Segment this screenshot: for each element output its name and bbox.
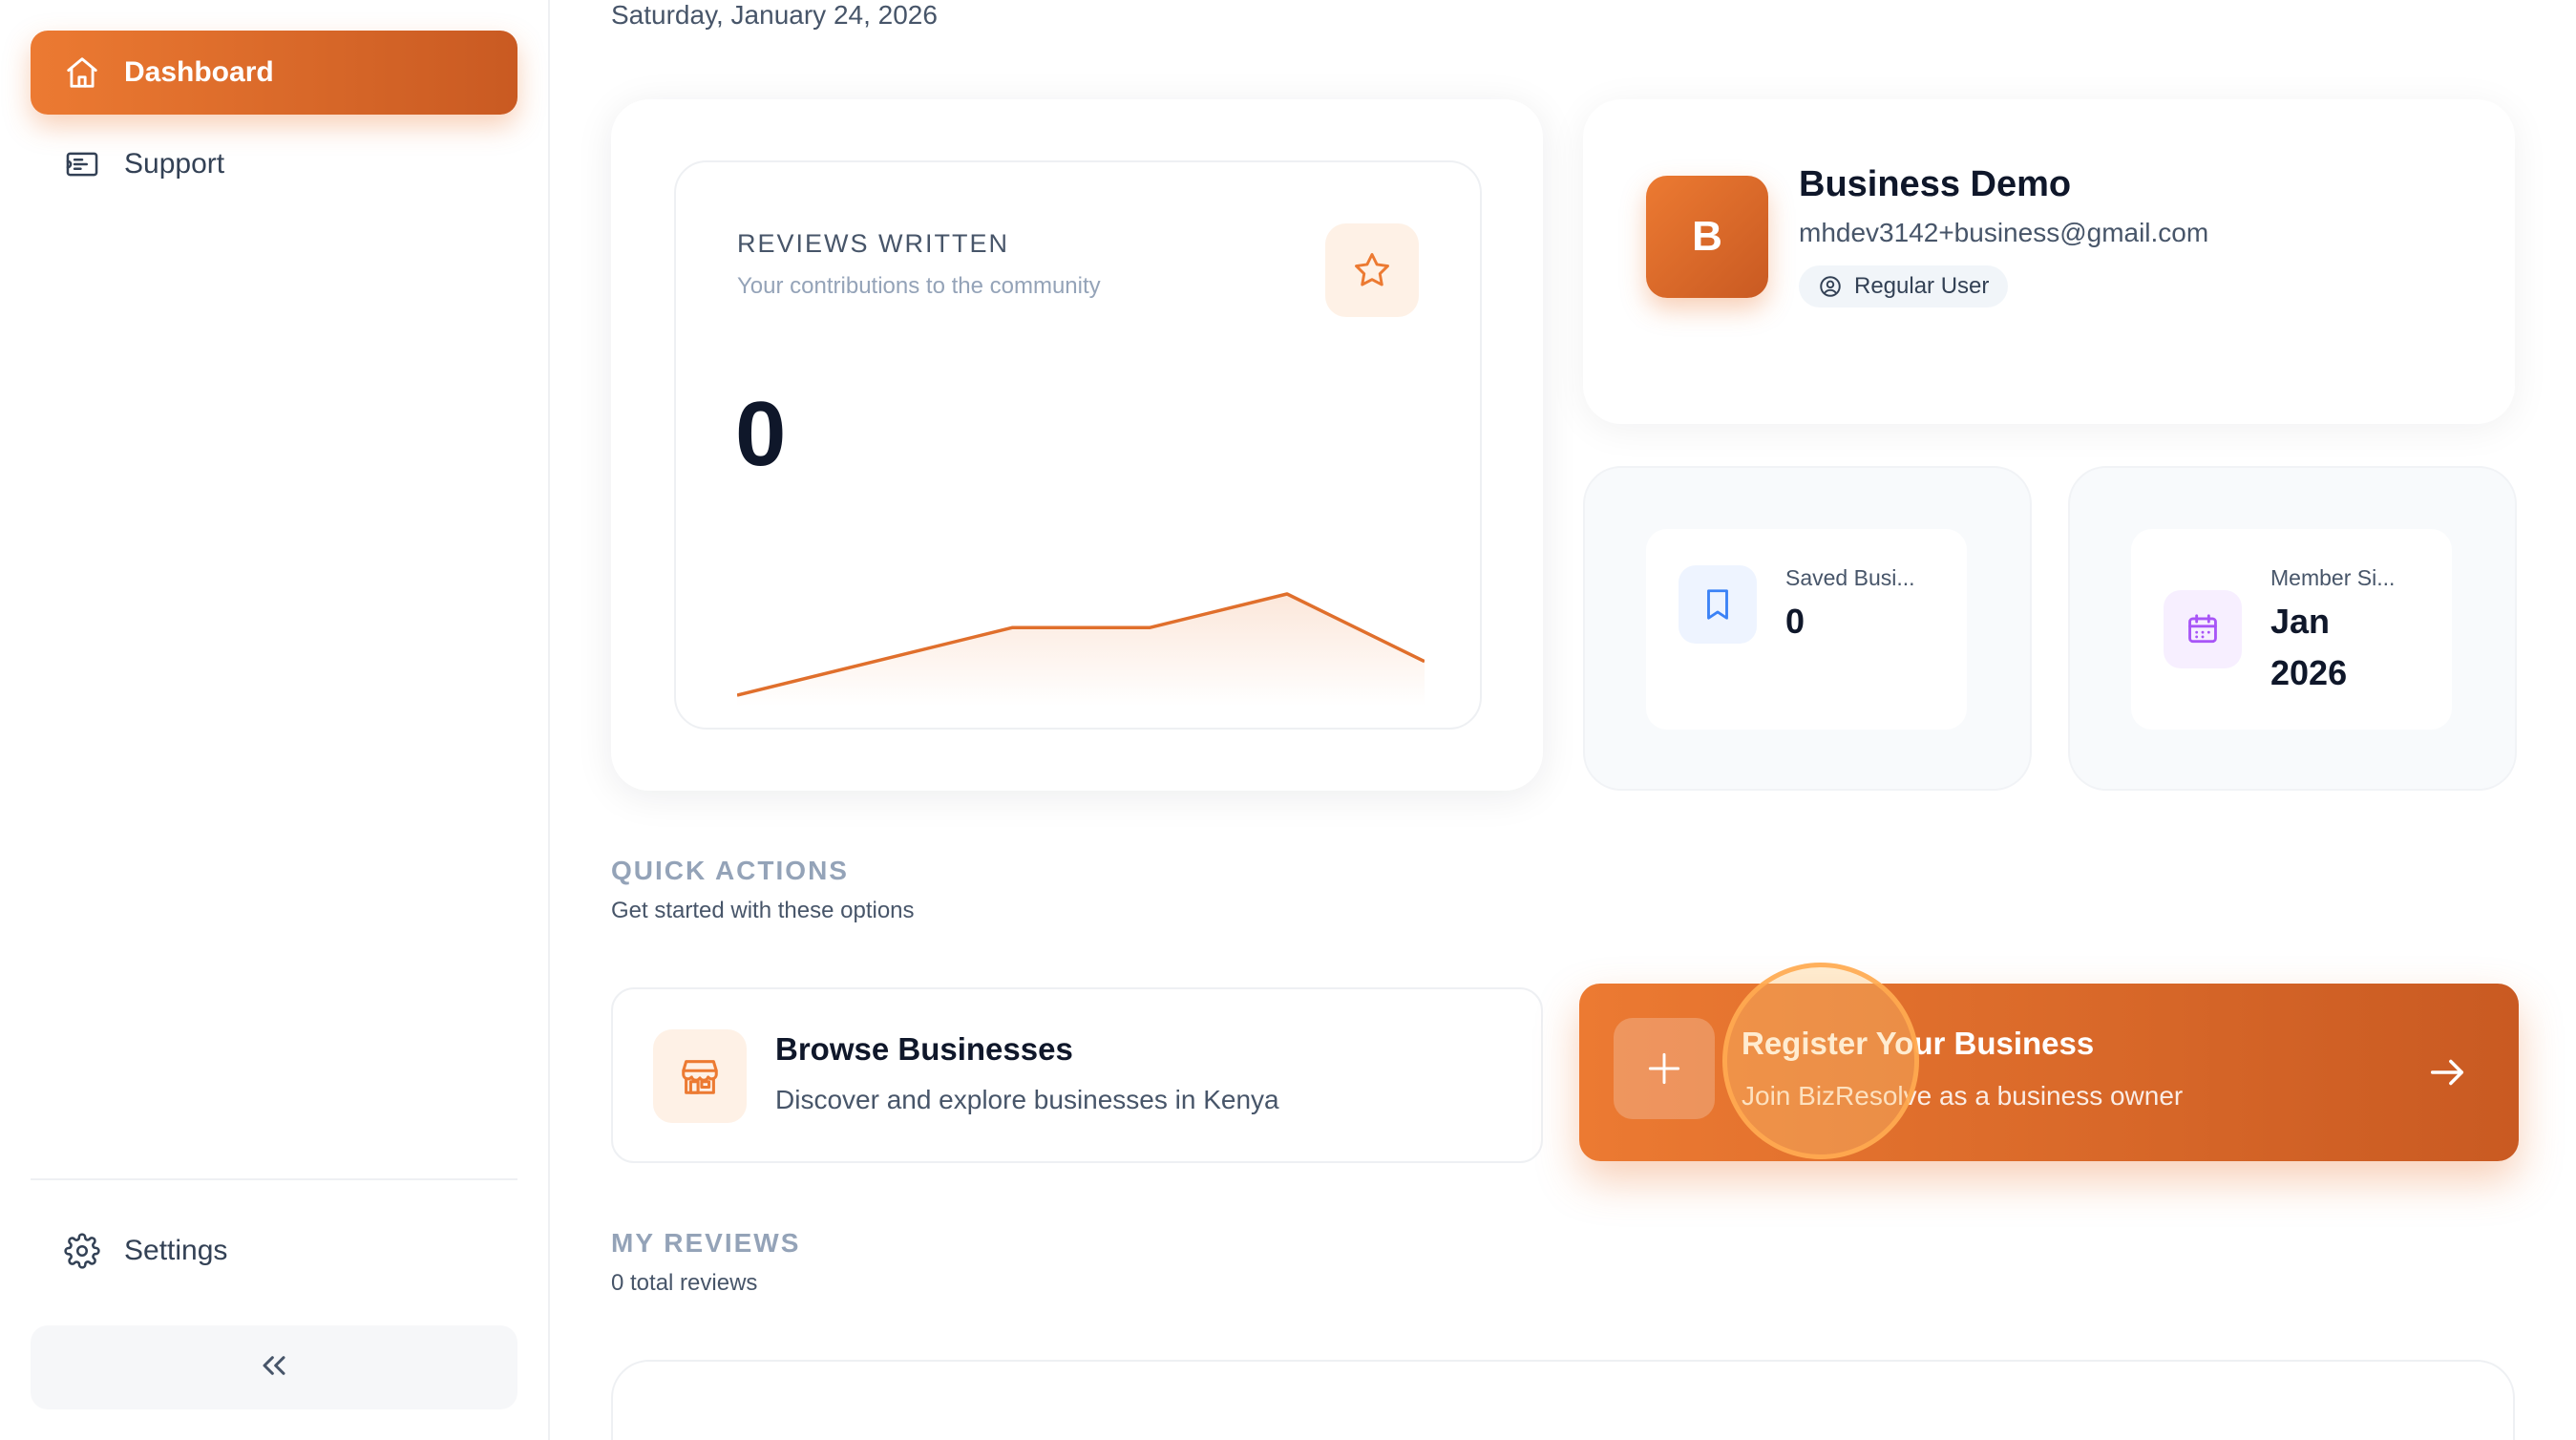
browse-businesses-button[interactable]: Browse Businesses Discover and explore b… (611, 987, 1543, 1163)
sidebar-divider (31, 1178, 517, 1180)
member-since-panel: Member Si... Jan 2026 (2131, 529, 2452, 730)
profile-name: Business Demo (1799, 164, 2072, 204)
sidebar: Dashboard Support Settings (0, 0, 550, 1440)
profile-card: B Business Demo mhdev3142+business@gmail… (1583, 99, 2515, 424)
reviews-written-title: REVIEWS WRITTEN (737, 229, 1009, 258)
my-reviews-title: MY REVIEWS (611, 1228, 801, 1258)
reviews-written-panel: REVIEWS WRITTEN Your contributions to th… (674, 160, 1482, 730)
user-circle-icon (1818, 274, 1843, 299)
register-business-title: Register Your Business (1742, 1026, 2095, 1061)
register-business-description: Join BizResolve as a business owner (1742, 1081, 2184, 1111)
reviews-written-card: REVIEWS WRITTEN Your contributions to th… (611, 99, 1543, 791)
sidebar-item-dashboard[interactable]: Dashboard (31, 31, 517, 115)
reviews-written-subtitle: Your contributions to the community (737, 273, 1101, 299)
quick-actions-title: QUICK ACTIONS (611, 856, 849, 885)
saved-businesses-card: Saved Busi... 0 (1583, 466, 2032, 791)
stat-label: Member Si... (2270, 565, 2396, 590)
browse-businesses-description: Discover and explore businesses in Kenya (775, 1085, 1279, 1114)
star-icon (1325, 223, 1419, 317)
avatar: B (1646, 176, 1768, 298)
bookmark-icon (1679, 565, 1757, 644)
role-badge: Regular User (1799, 265, 2009, 307)
saved-businesses-panel: Saved Busi... 0 (1646, 529, 1967, 730)
member-since-card: Member Si... Jan 2026 (2068, 466, 2517, 791)
reviews-list (611, 1360, 2515, 1440)
calendar-icon (2164, 590, 2242, 668)
arrow-right-icon (2425, 1050, 2469, 1094)
store-icon (653, 1029, 747, 1123)
role-label: Regular User (1854, 273, 1990, 299)
stat-label: Saved Busi... (1785, 565, 1915, 590)
reviews-sparkline (737, 592, 1425, 707)
reviews-written-value: 0 (735, 383, 787, 485)
home-icon (61, 52, 103, 94)
profile-email: mhdev3142+business@gmail.com (1799, 218, 2209, 247)
register-business-button[interactable]: Register Your Business Join BizResolve a… (1579, 984, 2519, 1161)
ticket-icon (61, 143, 103, 185)
my-reviews-subtitle: 0 total reviews (611, 1270, 758, 1296)
browse-businesses-title: Browse Businesses (775, 1031, 1073, 1067)
quick-actions-subtitle: Get started with these options (611, 898, 915, 923)
sidebar-item-support[interactable]: Support (31, 122, 517, 206)
stat-value-month: Jan (2270, 602, 2331, 641)
sidebar-item-label: Dashboard (124, 56, 274, 88)
sidebar-item-label: Settings (124, 1235, 228, 1266)
sidebar-item-label: Support (124, 148, 225, 180)
chevrons-left-icon (255, 1346, 293, 1389)
page-date: Saturday, January 24, 2026 (611, 0, 938, 30)
plus-icon (1614, 1018, 1715, 1119)
collapse-sidebar-button[interactable] (31, 1325, 517, 1409)
gear-icon (61, 1230, 103, 1272)
stat-value: 0 (1785, 602, 1805, 641)
stat-value-year: 2026 (2270, 653, 2348, 692)
sidebar-item-settings[interactable]: Settings (31, 1209, 517, 1293)
